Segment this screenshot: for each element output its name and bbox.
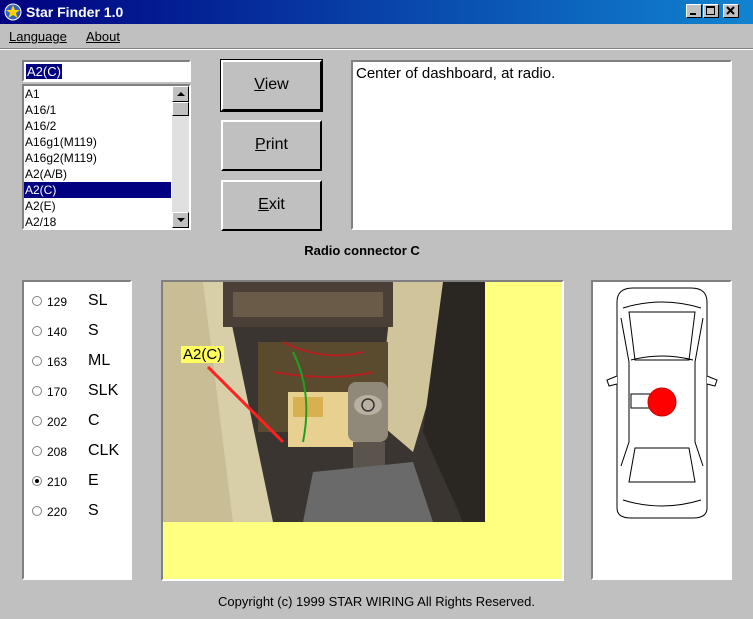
model-class: SLK [88, 382, 119, 399]
component-list[interactable]: A1 A16/1 A16/2 A16g1(M119) A16g2(M119) A2(A/B… [22, 84, 191, 230]
title-bar: Star Finder 1.0 [0, 0, 753, 24]
model-number: 163 [47, 355, 68, 369]
minimize-icon [690, 13, 696, 15]
list-item[interactable]: A2(A/B) [24, 166, 171, 182]
list-item[interactable]: A16/2 [24, 118, 171, 134]
car-diagram [606, 287, 718, 519]
list-item[interactable]: A16g1(M119) [24, 134, 171, 150]
window-title: Star Finder 1.0 [26, 4, 124, 20]
search-input-value: A2(C) [26, 64, 62, 79]
radio-button[interactable] [32, 476, 42, 486]
menu-about[interactable]: About [86, 29, 120, 44]
print-button-label: Print [255, 136, 288, 153]
car-location-panel [591, 280, 732, 580]
scroll-down-button[interactable] [172, 212, 189, 228]
star-finder-icon [4, 3, 22, 21]
radio-button[interactable] [32, 326, 42, 336]
app-window: Star Finder 1.0 Language About A2(C) A1 A… [0, 0, 753, 619]
model-number: 170 [47, 385, 68, 399]
scroll-up-button[interactable] [172, 86, 189, 102]
arrow-up-icon [177, 92, 185, 96]
menu-bar: Language About [0, 24, 753, 48]
list-item[interactable]: A16/1 [24, 102, 171, 118]
radio-button[interactable] [32, 356, 42, 366]
list-item[interactable]: A1 [24, 86, 171, 102]
close-icon [726, 6, 735, 15]
radio-button[interactable] [32, 506, 42, 516]
component-photo [163, 282, 485, 522]
maximize-button[interactable] [703, 4, 719, 18]
search-input[interactable]: A2(C) [22, 60, 191, 82]
photo-component-label: A2(C) [181, 346, 225, 363]
maximize-icon [706, 6, 715, 15]
print-button[interactable]: Print [221, 120, 322, 171]
model-selector: 129 SL 140 S 163 ML 170 SLK 202 C 208 CLK 210 E 220 S [22, 280, 132, 580]
radio-button[interactable] [32, 296, 42, 306]
description-text: Center of dashboard, at radio. [356, 65, 556, 82]
menu-divider [0, 48, 753, 50]
photo-panel: A2(C) [161, 280, 564, 581]
radio-button[interactable] [32, 446, 42, 456]
scroll-thumb[interactable] [172, 102, 189, 116]
list-scrollbar[interactable] [172, 86, 189, 228]
model-number: 208 [47, 445, 68, 459]
list-item[interactable]: A2(C) [24, 182, 171, 198]
model-number: 210 [47, 475, 68, 489]
model-number: 129 [47, 295, 68, 309]
radio-button[interactable] [32, 416, 42, 426]
radio-button[interactable] [32, 386, 42, 396]
model-class: E [88, 472, 99, 489]
location-description: Center of dashboard, at radio. [351, 60, 732, 230]
arrow-down-icon [177, 218, 185, 222]
model-class: S [88, 322, 99, 339]
location-marker [647, 387, 677, 417]
menu-language[interactable]: Language [9, 29, 67, 44]
view-button[interactable]: View [220, 59, 323, 112]
component-caption: Radio connector C [304, 243, 420, 258]
model-class: S [88, 502, 99, 519]
copyright-footer: Copyright (c) 1999 STAR WIRING All Right… [218, 594, 535, 609]
exit-button[interactable]: Exit [221, 180, 322, 231]
close-button[interactable] [723, 4, 739, 18]
list-item[interactable]: A16g2(M119) [24, 150, 171, 166]
list-item[interactable]: A2/18 [24, 214, 171, 228]
model-class: ML [88, 352, 111, 369]
model-class: CLK [88, 442, 120, 459]
menu-language-label: Language [9, 29, 67, 44]
model-class: SL [88, 292, 108, 309]
minimize-button[interactable] [686, 4, 702, 18]
list-item[interactable]: A2(E) [24, 198, 171, 214]
model-class: C [88, 412, 100, 429]
model-number: 202 [47, 415, 68, 429]
menu-about-label: About [86, 29, 120, 44]
model-number: 220 [47, 505, 68, 519]
model-number: 140 [47, 325, 68, 339]
view-button-label: View [254, 76, 289, 93]
exit-button-label: Exit [258, 196, 285, 213]
